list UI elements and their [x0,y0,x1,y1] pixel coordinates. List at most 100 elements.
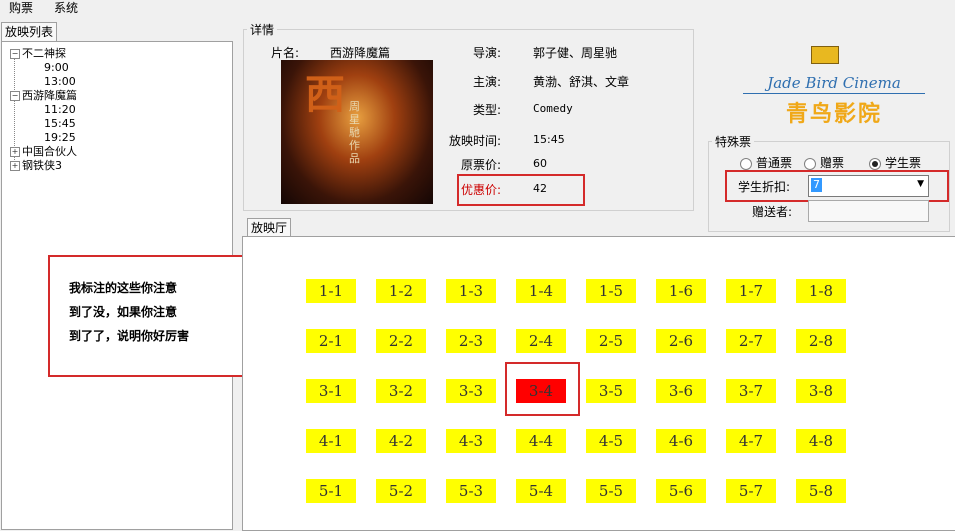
discount-label: 优惠价: [461,183,502,197]
details-group-title: 详情 [247,21,278,38]
logo-chinese-text: 青鸟影院 [785,102,882,127]
giver-input[interactable] [808,200,929,222]
radio-selected-icon[interactable] [869,157,881,170]
logo-divider [743,93,925,94]
type-label: 类型: [473,103,502,117]
hall-panel: 1-1 1-2 1-3 1-4 1-5 1-6 1-7 1-8 2-1 2-2 2-3 2-4 2-5 2… [242,236,955,531]
seat-button[interactable]: 2-4 [516,329,566,353]
selected-seat-highlight [505,362,580,416]
tree-node-time[interactable]: 13:00 [44,75,76,89]
collapse-icon[interactable]: − [10,49,20,59]
radio-label: 学生票 [885,156,922,170]
expand-icon[interactable]: + [10,161,20,171]
seat-button[interactable]: 3-6 [656,379,706,403]
seat-button[interactable]: 4-8 [796,429,846,453]
seat-button[interactable]: 2-1 [306,329,356,353]
poster-glyph: 西 [305,71,345,118]
time-label: 放映时间: [449,134,502,148]
seat-button[interactable]: 3-2 [376,379,426,403]
annotation-line: 我标注的这些你注意 [69,281,178,295]
logo-english-text: Jade Bird Cinema [767,74,901,92]
radio-regular-ticket[interactable]: 普通票 [740,154,792,171]
menu-item-buy[interactable]: 购票 [7,0,35,16]
annotation-line: 到了没，如果你注意 [69,305,178,319]
menu-item-system[interactable]: 系统 [52,0,80,16]
seat-button[interactable]: 2-6 [656,329,706,353]
seat-button[interactable]: 1-7 [726,279,776,303]
type-value: Comedy [533,102,573,115]
cinema-logo: Jade Bird Cinema 青鸟影院 [735,38,935,128]
student-discount-select[interactable]: 7 ▼ [808,175,929,197]
seat-button[interactable]: 4-7 [726,429,776,453]
seat-button[interactable]: 1-5 [586,279,636,303]
annotation-box: 我标注的这些你注意 到了没，如果你注意 到了了，说明你好厉害 [48,255,266,377]
movie-poster: 西 周星馳作品 [281,60,433,204]
seat-button[interactable]: 4-1 [306,429,356,453]
menu-bar: 购票 系统 [0,0,955,16]
director-value: 郭子健、周星驰 [533,46,618,60]
movie-title: 不二神探 [22,47,66,60]
seat-button[interactable]: 1-1 [306,279,356,303]
seat-button[interactable]: 5-2 [376,479,426,503]
seat-button[interactable]: 5-7 [726,479,776,503]
seat-button[interactable]: 2-7 [726,329,776,353]
radio-icon[interactable] [804,157,816,170]
seat-button[interactable]: 3-8 [796,379,846,403]
chevron-down-icon[interactable]: ▼ [917,179,924,189]
seat-button[interactable]: 4-4 [516,429,566,453]
radio-icon[interactable] [740,157,752,170]
actors-label: 主演: [473,75,502,89]
seat-button[interactable]: 5-5 [586,479,636,503]
seat-button[interactable]: 3-7 [726,379,776,403]
tree-node-movie[interactable]: − 不二神探 [10,47,66,61]
movie-title: 中国合伙人 [22,145,77,158]
seat-button[interactable]: 1-8 [796,279,846,303]
tab-schedule-list[interactable]: 放映列表 [1,22,58,41]
tree-node-movie[interactable]: − 西游降魔篇 [10,89,77,103]
tab-hall[interactable]: 放映厅 [247,218,292,237]
price-value: 60 [533,157,547,170]
radio-label: 普通票 [756,156,793,170]
seat-button[interactable]: 1-3 [446,279,496,303]
tree-node-movie[interactable]: + 钢铁侠3 [10,159,62,173]
radio-student-ticket[interactable]: 学生票 [869,154,921,171]
seat-button[interactable]: 5-6 [656,479,706,503]
seat-button[interactable]: 3-1 [306,379,356,403]
seat-button[interactable]: 2-8 [796,329,846,353]
seat-button[interactable]: 5-8 [796,479,846,503]
movie-title: 钢铁侠3 [22,159,62,172]
special-group-title: 特殊票 [712,133,755,150]
tree-node-time[interactable]: 9:00 [44,61,69,75]
seat-button[interactable]: 4-2 [376,429,426,453]
seat-button[interactable]: 4-3 [446,429,496,453]
collapse-icon[interactable]: − [10,91,20,101]
tree-node-time[interactable]: 11:20 [44,103,76,117]
tree-node-movie[interactable]: + 中国合伙人 [10,145,77,159]
seat-button[interactable]: 5-1 [306,479,356,503]
seat-button[interactable]: 2-2 [376,329,426,353]
seat-button[interactable]: 1-4 [516,279,566,303]
seat-button[interactable]: 5-4 [516,479,566,503]
annotation-line: 到了了，说明你好厉害 [69,329,190,343]
tree-node-time[interactable]: 15:45 [44,117,76,131]
radio-gift-ticket[interactable]: 赠票 [804,154,844,171]
seat-button[interactable]: 1-2 [376,279,426,303]
director-label: 导演: [473,46,502,60]
movie-title: 西游降魔篇 [22,89,77,102]
poster-caption: 周星馳作品 [349,100,360,165]
seat-button[interactable]: 3-5 [586,379,636,403]
expand-icon[interactable]: + [10,147,20,157]
seat-button[interactable]: 4-6 [656,429,706,453]
seat-button[interactable]: 1-6 [656,279,706,303]
price-label: 原票价: [461,158,502,172]
seat-button[interactable]: 5-3 [446,479,496,503]
tree-node-time[interactable]: 19:25 [44,131,76,145]
seat-button[interactable]: 4-5 [586,429,636,453]
seat-button[interactable]: 2-3 [446,329,496,353]
seat-button[interactable]: 3-3 [446,379,496,403]
student-discount-label: 学生折扣: [738,180,791,194]
seat-button[interactable]: 2-5 [586,329,636,353]
clapperboard-icon [811,46,839,64]
discount-value: 42 [533,182,547,195]
student-discount-value: 7 [811,178,822,192]
